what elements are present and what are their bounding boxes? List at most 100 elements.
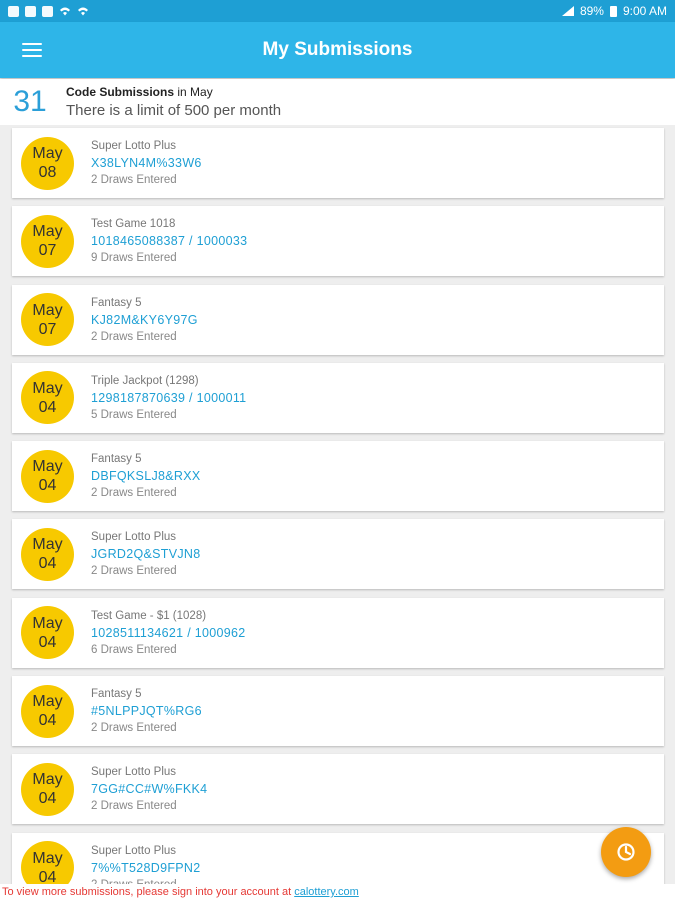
submission-details: Fantasy 5 #5NLPPJQT%RG6 2 Draws Entered (91, 688, 202, 734)
draws-entered: 2 Draws Entered (91, 330, 177, 343)
calottery-link[interactable]: calottery.com (294, 886, 359, 898)
submissions-list: May 08 Super Lotto Plus X38LYN4M%33W6 2 … (12, 128, 664, 900)
date-day: 04 (38, 790, 57, 808)
date-month: May (32, 145, 63, 162)
submission-code: 1298187870639 / 1000011 (91, 390, 247, 405)
draws-entered: 5 Draws Entered (91, 408, 177, 421)
scan-button[interactable] (601, 827, 651, 877)
date-badge: May 07 (21, 293, 74, 347)
submission-details: Fantasy 5 DBFQKSLJ8&RXX 2 Draws Entered (91, 453, 201, 499)
submission-code: 7%%T528D9FPN2 (91, 860, 201, 875)
game-name: Super Lotto Plus (91, 766, 177, 779)
submission-code: DBFQKSLJ8&RXX (91, 469, 201, 484)
date-month: May (32, 223, 63, 241)
summary-label-bold: Code Submissions (66, 85, 175, 99)
submission-card[interactable]: May 04 Triple Jackpot (1298) 12981878706… (12, 362, 664, 433)
date-month: May (32, 849, 63, 867)
game-name: Fantasy 5 (91, 688, 142, 701)
draws-entered: 9 Draws Entered (91, 252, 177, 265)
submission-details: Test Game - $1 (1028) 1028511134621 / 10… (91, 610, 246, 656)
submission-card[interactable]: May 04 Fantasy 5 DBFQKSLJ8&RXX 2 Draws E… (12, 441, 664, 512)
wifi-icon (60, 7, 70, 16)
date-badge: May 04 (21, 684, 74, 738)
submission-card[interactable]: May 04 Fantasy 5 #5NLPPJQT%RG6 2 Draws E… (12, 676, 664, 747)
draws-entered: 2 Draws Entered (91, 800, 177, 813)
date-day: 07 (38, 242, 57, 260)
draws-entered: 2 Draws Entered (91, 565, 177, 578)
date-day: 04 (38, 398, 57, 416)
date-month: May (32, 693, 63, 711)
submission-details: Super Lotto Plus JGRD2Q&STVJN8 2 Draws E… (91, 531, 200, 577)
game-name: Super Lotto Plus (91, 531, 177, 544)
submission-details: Test Game 1018 1018465088387 / 1000033 9… (91, 218, 247, 264)
date-badge: May 07 (21, 214, 74, 268)
image-icon (8, 5, 19, 17)
submission-details: Triple Jackpot (1298) 1298187870639 / 10… (91, 375, 246, 421)
submission-code: 1028511134621 / 1000962 (91, 625, 246, 640)
app-bar: My Submissions (0, 22, 675, 78)
game-name: Fantasy 5 (91, 453, 142, 466)
date-day: 07 (38, 320, 57, 338)
clock: 9:00 AM (622, 4, 667, 18)
submission-card[interactable]: May 04 Super Lotto Plus 7GG#CC#W%FKK4 2 … (12, 754, 664, 825)
page-title: My Submissions (262, 39, 413, 60)
date-day: 04 (38, 712, 57, 730)
file-icon (25, 5, 36, 17)
date-month: May (32, 614, 63, 632)
date-badge: May 04 (21, 762, 74, 816)
footer-notice: To view more submissions, please sign in… (0, 884, 675, 900)
status-bar: 89% 9:00 AM (0, 0, 675, 22)
game-name: Test Game - $1 (1028) (91, 609, 207, 622)
limit-text: There is a limit of 500 per month (66, 102, 282, 119)
submission-card[interactable]: May 07 Fantasy 5 KJ82M&KY6Y97G 2 Draws E… (12, 284, 664, 355)
date-month: May (32, 536, 63, 554)
submission-code: 1018465088387 / 1000033 (91, 234, 248, 249)
submission-details: Fantasy 5 KJ82M&KY6Y97G 2 Draws Entered (91, 297, 198, 343)
date-badge: May 08 (21, 136, 74, 190)
submission-card[interactable]: May 08 Super Lotto Plus X38LYN4M%33W6 2 … (12, 128, 664, 198)
scan-icon (617, 843, 635, 861)
game-name: Test Game 1018 (91, 218, 176, 231)
date-badge: May 04 (21, 371, 74, 425)
submission-card[interactable]: May 04 Test Game - $1 (1028) 10285111346… (12, 597, 664, 668)
game-name: Fantasy 5 (91, 296, 142, 309)
submission-code: JGRD2Q&STVJN8 (91, 547, 201, 562)
submission-summary: 31 Code Submissions in May There is a li… (0, 79, 675, 125)
date-badge: May 04 (21, 527, 74, 581)
date-month: May (32, 771, 63, 789)
submission-card[interactable]: May 04 Super Lotto Plus JGRD2Q&STVJN8 2 … (12, 519, 664, 590)
battery-percent: 89% (579, 4, 604, 18)
submission-card[interactable]: May 07 Test Game 1018 1018465088387 / 10… (12, 206, 664, 277)
game-name: Triple Jackpot (1298) (91, 374, 199, 387)
date-day: 04 (38, 555, 57, 573)
date-day: 04 (38, 477, 57, 495)
date-day: 08 (38, 164, 57, 181)
draws-entered: 6 Draws Entered (91, 643, 177, 656)
date-badge: May 04 (21, 449, 74, 503)
date-day: 04 (38, 633, 57, 651)
signal-icon (561, 6, 574, 16)
draws-entered: 2 Draws Entered (91, 487, 177, 500)
submission-code: X38LYN4M%33W6 (91, 156, 202, 170)
date-month: May (32, 458, 63, 476)
submission-code: #5NLPPJQT%RG6 (91, 704, 202, 719)
submission-details: Super Lotto Plus 7GG#CC#W%FKK4 2 Draws E… (91, 766, 207, 812)
submission-details: Super Lotto Plus X38LYN4M%33W6 2 Draws E… (91, 140, 202, 186)
date-month: May (32, 301, 63, 319)
draws-entered: 2 Draws Entered (91, 174, 177, 186)
battery-icon (609, 5, 617, 17)
game-name: Super Lotto Plus (91, 844, 177, 857)
gallery-icon (42, 5, 53, 17)
notification-icons (8, 5, 89, 17)
submission-count: 31 (13, 85, 47, 118)
summary-label-month: in May (174, 85, 213, 99)
date-month: May (32, 379, 63, 397)
date-badge: May 04 (21, 606, 74, 660)
summary-text: Code Submissions in May There is a limit… (66, 85, 281, 119)
draws-entered: 2 Draws Entered (91, 722, 177, 735)
hamburger-menu-icon[interactable] (22, 41, 42, 59)
system-status: 89% 9:00 AM (561, 4, 667, 18)
submission-code: KJ82M&KY6Y97G (91, 312, 198, 327)
submission-code: 7GG#CC#W%FKK4 (91, 782, 208, 797)
game-name: Super Lotto Plus (91, 140, 177, 152)
